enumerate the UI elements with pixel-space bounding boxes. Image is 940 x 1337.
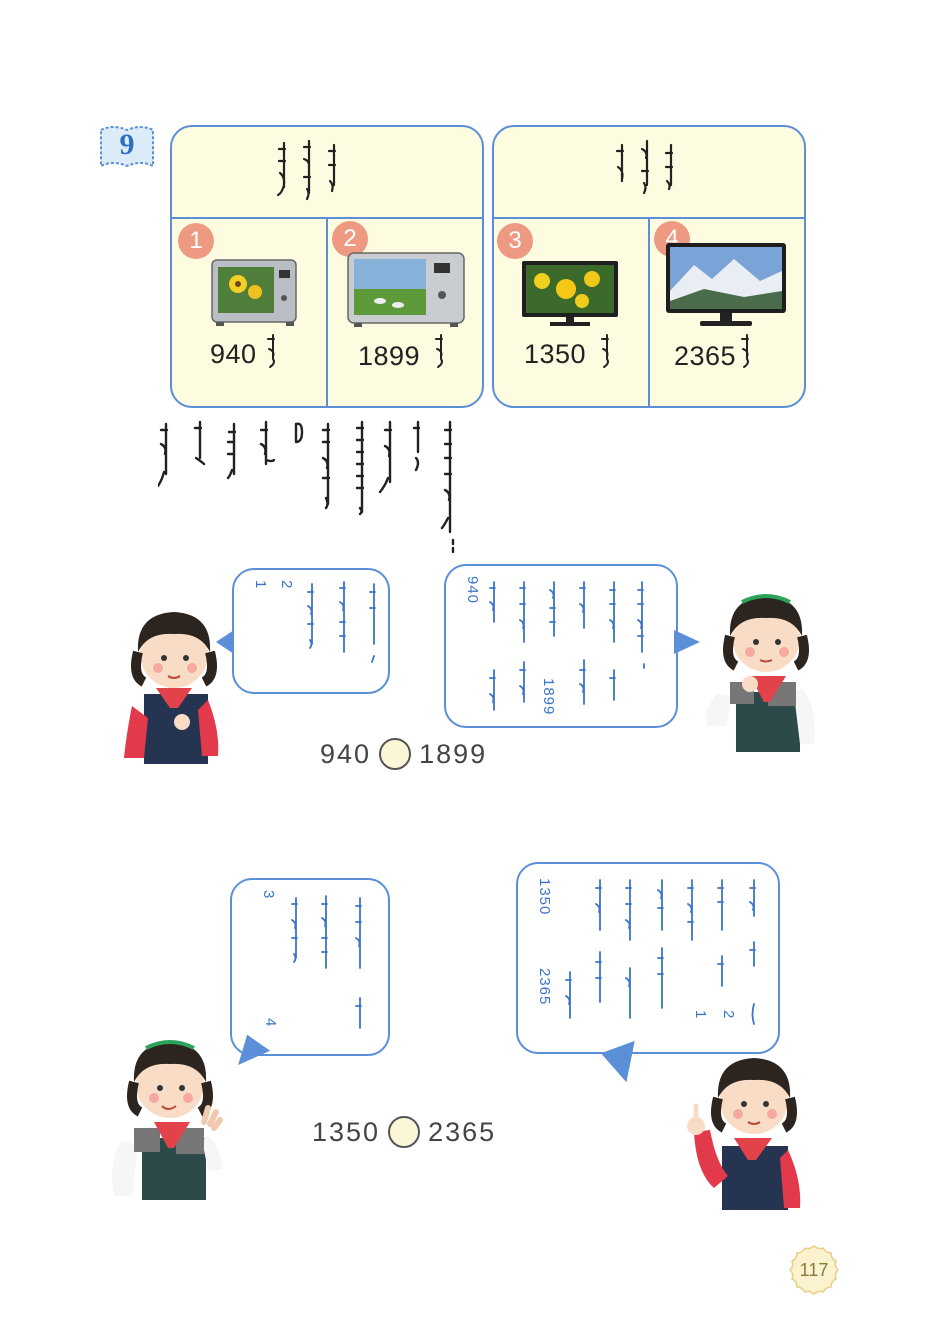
- microwave-image: [210, 258, 300, 333]
- compare-right-value: 2365: [428, 1116, 497, 1147]
- mongolian-script-bubble-text: [486, 574, 666, 724]
- compare-left-value: 940: [320, 738, 372, 769]
- mongolian-script-category: [276, 137, 346, 207]
- mongolian-script-category: [614, 137, 680, 201]
- girl-illustration: [698, 584, 824, 761]
- speech-bubble: 1350 2365 2 1: [516, 862, 780, 1054]
- item-price-ref: 1350: [536, 878, 553, 916]
- item-price: 2365: [674, 341, 737, 371]
- item-number: 4: [262, 1018, 279, 1028]
- girl-illustration: [104, 1030, 234, 1207]
- item-number: 1: [692, 1010, 709, 1020]
- item-price-ref: 940: [464, 576, 481, 605]
- product-panel-2: 3 1350 4 2365: [492, 125, 806, 408]
- tv-image: [664, 241, 788, 338]
- category-header: [494, 127, 804, 219]
- item-badge: 3: [497, 223, 533, 259]
- mongolian-script-bubble-text: [304, 578, 384, 678]
- mongolian-script-question: [158, 418, 468, 558]
- tv-image: [520, 259, 620, 334]
- item-number: 2: [278, 580, 295, 590]
- comparison-1350-2365: 1350 2365: [312, 1116, 496, 1148]
- microwave-image: [346, 251, 468, 334]
- compare-left-value: 1350: [312, 1116, 381, 1147]
- compare-answer-circle[interactable]: [379, 738, 412, 770]
- speech-bubble: 3 4: [230, 878, 390, 1056]
- mongolian-script-bubble-text: [558, 872, 768, 1048]
- item-price-ref: 1899: [540, 678, 557, 716]
- page-number: 117: [786, 1244, 842, 1296]
- girl-illustration: [112, 596, 232, 771]
- item-price-ref: 2365: [536, 968, 553, 1006]
- item-number: 2: [720, 1010, 737, 1020]
- item-price: 1899: [358, 341, 421, 371]
- item-number: 3: [260, 890, 277, 900]
- compare-answer-circle[interactable]: [388, 1116, 421, 1148]
- mongolian-script-bubble-text: [288, 888, 388, 1048]
- exercise-number: 9: [119, 128, 135, 161]
- product-panel-1: 1 940 2 1899: [170, 125, 484, 408]
- exercise-number-badge: 9: [98, 124, 156, 172]
- category-header: [172, 127, 482, 219]
- compare-right-value: 1899: [419, 738, 488, 769]
- comparison-940-1899: 940 1899: [320, 738, 487, 770]
- speech-bubble: 1 2: [232, 568, 390, 694]
- page-number-text: 117: [799, 1260, 829, 1280]
- mongolian-script-unit: [600, 333, 614, 369]
- mongolian-script-unit: [740, 333, 754, 369]
- item-badge: 1: [178, 223, 214, 259]
- mongolian-script-unit: [434, 333, 448, 369]
- speech-bubble: 940 1899: [444, 564, 678, 728]
- item-price: 1350: [524, 339, 587, 369]
- item-price: 940: [210, 339, 257, 369]
- girl-illustration: [684, 1050, 814, 1217]
- item-number: 1: [252, 580, 269, 590]
- mongolian-script-unit: [266, 333, 280, 369]
